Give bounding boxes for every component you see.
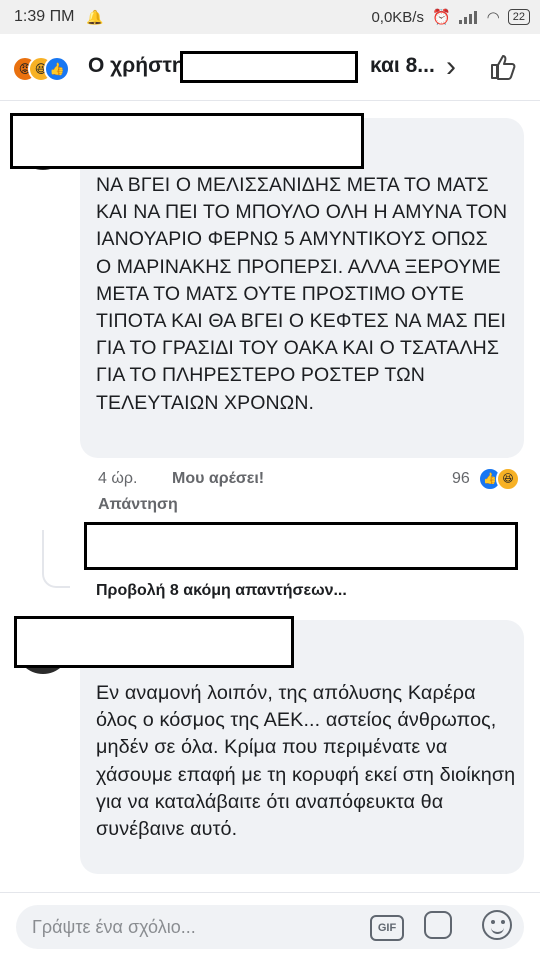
comment-input[interactable]: Γράψτε ένα σχόλιο... GIF: [16, 905, 524, 949]
redacted-name: [180, 51, 358, 83]
header-title-start: Ο χρήστη: [88, 54, 185, 77]
emoji-icon[interactable]: [482, 910, 512, 940]
notification-bell-icon: 🔔: [86, 9, 104, 25]
network-speed: 0,0KB/s: [371, 8, 424, 26]
view-more-replies-link[interactable]: Προβολή 8 ακόμη απαντήσεων...: [96, 582, 347, 600]
status-time: 1:39 ΠΜ: [14, 8, 75, 25]
header-title-end: και 8...: [370, 54, 435, 77]
status-bar: 1:39 ΠΜ 🔔 0,0KB/s ⏰ ◠ 22: [0, 0, 540, 34]
wifi-icon: ◠: [486, 9, 500, 26]
redacted-author: [14, 616, 294, 668]
comment-text: Εν αναμονή λοιπόν, της απόλυσης Καρέρα ό…: [96, 682, 516, 841]
haha-icon: 😆: [496, 467, 520, 491]
gif-icon[interactable]: GIF: [370, 915, 404, 941]
reaction-count[interactable]: 96: [452, 470, 470, 488]
status-right: 0,0KB/s ⏰ ◠ 22: [371, 8, 530, 26]
comment-reactions[interactable]: 👍 😆: [478, 467, 522, 491]
like-link[interactable]: Μου αρέσει!: [172, 470, 264, 488]
like-button-icon[interactable]: [488, 52, 518, 82]
comment-time: 4 ώρ.: [98, 470, 138, 487]
reply-thread-line: [42, 530, 70, 588]
battery-indicator: 22: [507, 9, 530, 25]
reaction-summary[interactable]: 😡 😆 👍: [12, 56, 82, 82]
comment-composer: Γράψτε ένα σχόλιο... GIF: [0, 892, 540, 961]
redacted-reply: [84, 522, 518, 570]
like-icon: 👍: [44, 56, 70, 82]
alarm-icon: ⏰: [431, 9, 451, 26]
reply-link[interactable]: Απάντηση: [98, 496, 178, 514]
signal-icon: [458, 10, 479, 24]
redacted-author: [10, 113, 364, 169]
sticker-icon[interactable]: [424, 911, 452, 939]
comment-input-placeholder: Γράψτε ένα σχόλιο...: [32, 917, 196, 937]
comment-text: ΝΑ ΒΓΕΙ Ο ΜΕΛΙΣΣΑΝΙΔΗΣ ΜΕΤΑ ΤΟ ΜΑΤΣ ΚΑΙ …: [96, 174, 508, 414]
chevron-right-icon[interactable]: ›: [446, 50, 456, 84]
